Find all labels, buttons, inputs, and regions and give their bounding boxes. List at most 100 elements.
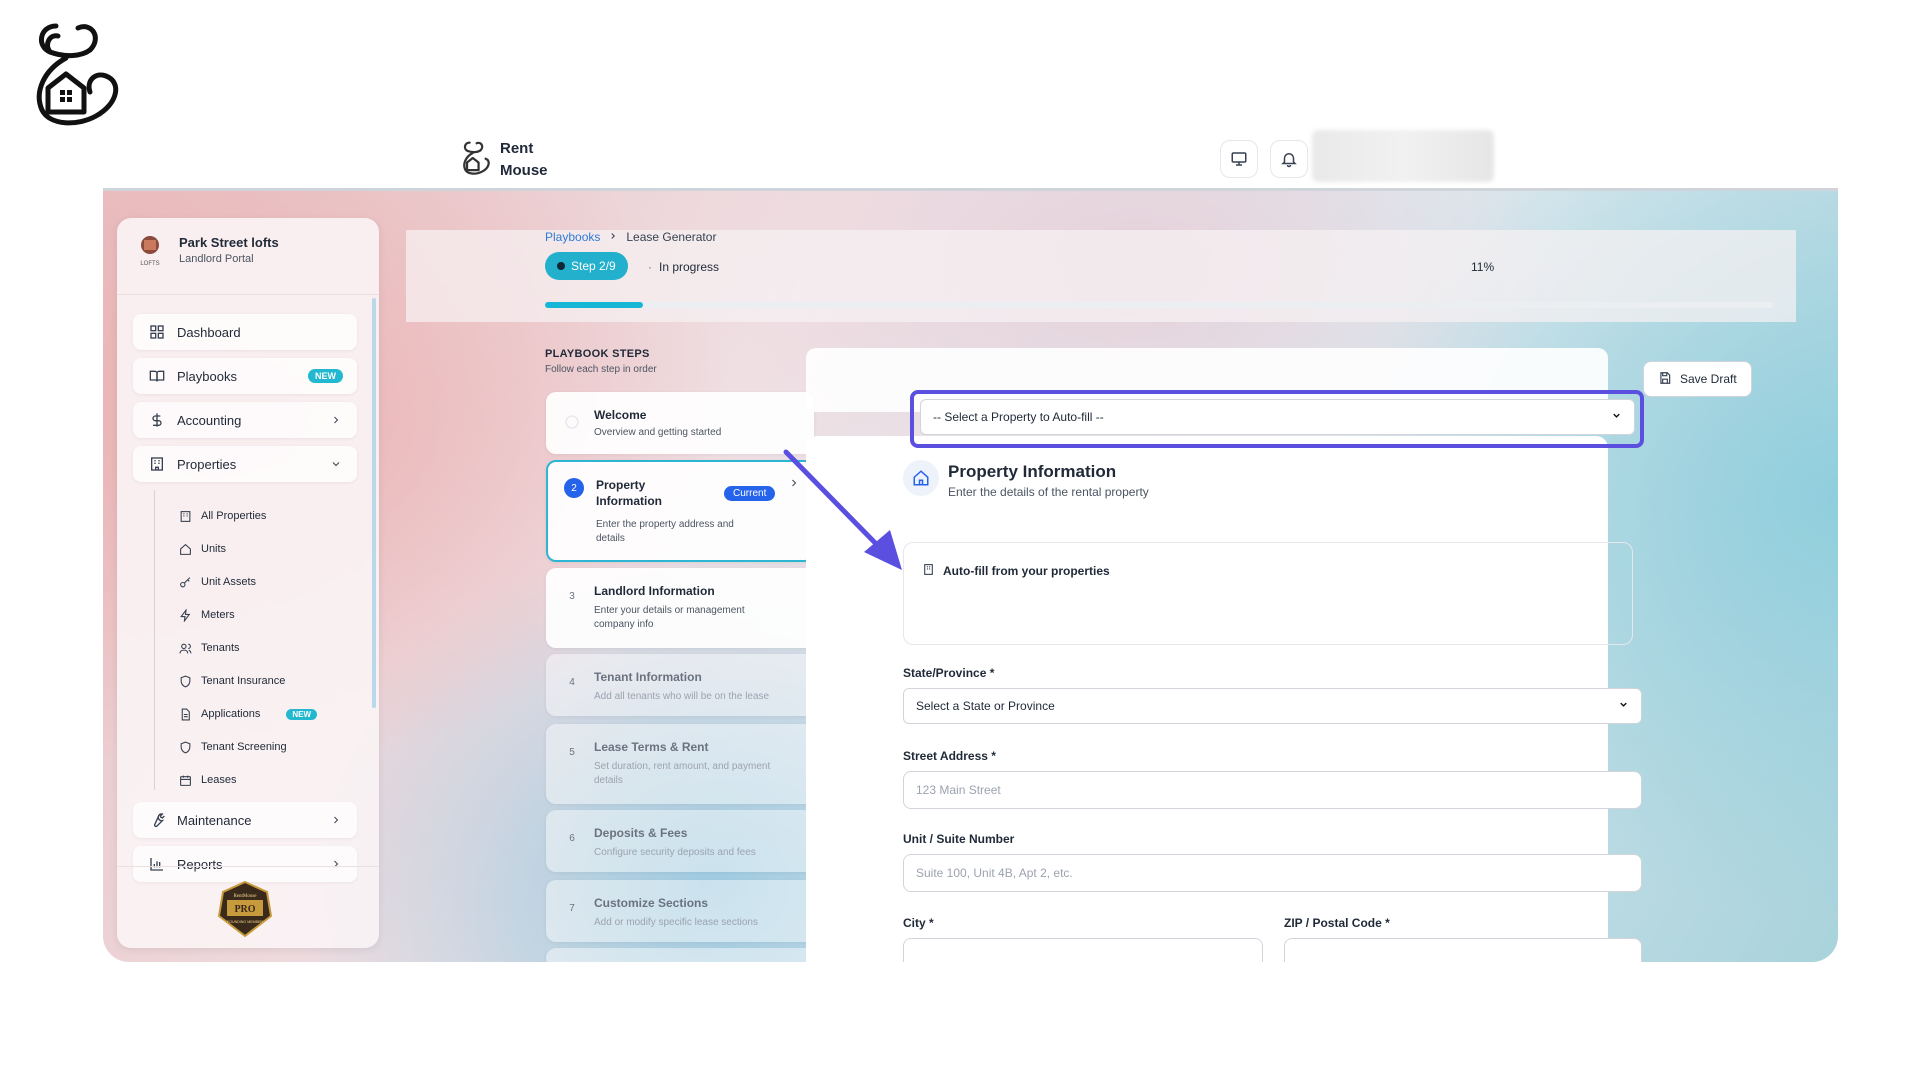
sidebar-subitem-leases[interactable]: Leases <box>177 768 236 792</box>
sidebar-item-playbooks[interactable]: Playbooks NEW <box>133 358 357 394</box>
step-indicator: Step 2/9 <box>545 252 628 280</box>
status-dot-icon <box>557 262 565 270</box>
step-desc: Configure security deposits and fees <box>594 847 756 858</box>
org-avatar: LOFTS <box>140 236 160 267</box>
current-badge: Current <box>724 486 776 501</box>
step-card-customize-sections[interactable]: 7 Customize Sections Add or modify speci… <box>546 880 814 942</box>
sidebar-subitem-applications[interactable]: Applications NEW <box>177 702 317 726</box>
step-card-next[interactable] <box>546 948 814 962</box>
autofill-property-select[interactable]: -- Select a Property to Auto-fill -- <box>920 399 1635 435</box>
building-icon <box>177 508 193 524</box>
new-badge: NEW <box>286 708 317 720</box>
step-desc: Overview and getting started <box>594 427 722 438</box>
form-title: Property Information <box>948 462 1117 481</box>
step-title-line2: Information <box>596 494 662 508</box>
step-title: Lease Terms & Rent <box>594 740 709 754</box>
step-number: 7 <box>569 902 575 914</box>
rentmouse-logo <box>36 23 119 126</box>
unit-suite-input[interactable] <box>903 854 1642 892</box>
step-card-deposits-fees[interactable]: 6 Deposits & Fees Configure security dep… <box>546 810 814 872</box>
brand-line2: Mouse <box>500 162 548 179</box>
chevron-right-icon <box>329 813 343 827</box>
form-subtitle: Enter the details of the rental property <box>948 485 1149 499</box>
step-status: In progress <box>659 260 720 274</box>
subitem-label: Tenant Insurance <box>201 675 286 687</box>
sidebar-item-label: Reports <box>177 856 223 872</box>
chevron-right-icon <box>329 857 343 871</box>
sidebar-item-properties[interactable]: Properties <box>133 446 357 482</box>
step-number: 2 <box>564 478 584 498</box>
notifications-button[interactable] <box>1270 140 1308 178</box>
step-card-tenant-information[interactable]: 4 Tenant Information Add all tenants who… <box>546 654 814 716</box>
sidebar-item-accounting[interactable]: Accounting <box>133 402 357 438</box>
step-card-landlord-information[interactable]: 3 Landlord Information Enter your detail… <box>546 568 814 648</box>
subitem-label: Tenant Screening <box>201 741 287 753</box>
city-input[interactable] <box>903 938 1263 962</box>
lightning-icon <box>177 607 193 623</box>
brand-line1: Rent <box>500 140 534 157</box>
app-header <box>103 128 1838 188</box>
chevron-right-icon <box>329 413 343 427</box>
progress-percent: 11% <box>1471 260 1495 274</box>
sidebar-item-maintenance[interactable]: Maintenance <box>133 802 357 838</box>
chevron-down-icon <box>1611 410 1622 424</box>
street-address-input[interactable] <box>903 771 1642 809</box>
step-desc-line2: details <box>596 533 625 544</box>
state-select[interactable]: Select a State or Province <box>903 688 1642 724</box>
header-logo-icon <box>463 141 490 175</box>
sidebar-item-label: Maintenance <box>177 812 252 828</box>
select-value: -- Select a Property to Auto-fill -- <box>933 410 1104 424</box>
calendar-icon <box>177 772 193 788</box>
step-desc-line1: Enter the property address and <box>596 519 734 530</box>
autofill-label: Auto-fill from your properties <box>922 563 1110 579</box>
sidebar-subitem-all-properties[interactable]: All Properties <box>177 504 266 528</box>
breadcrumb-link-playbooks[interactable]: Playbooks <box>545 230 600 244</box>
badge-bottom-text: FOUNDING MEMBER <box>227 920 263 924</box>
key-icon <box>177 574 193 590</box>
save-draft-button[interactable]: Save Draft <box>1643 361 1752 397</box>
separator: · <box>648 260 652 274</box>
subitem-label: Applications <box>201 708 261 720</box>
sidebar-divider <box>117 294 379 295</box>
grid-icon <box>147 322 167 342</box>
sidebar-item-dashboard[interactable]: Dashboard <box>133 314 357 350</box>
step-title: Landlord Information <box>594 584 715 598</box>
zip-input[interactable] <box>1284 938 1642 962</box>
sidebar-subitem-meters[interactable]: Meters <box>177 603 235 627</box>
bell-icon <box>1281 153 1297 168</box>
badge-middle-text: PRO <box>234 904 255 915</box>
breadcrumb-current: Lease Generator <box>626 230 717 244</box>
step-desc-line1: Enter your details or management <box>594 605 745 616</box>
sidebar-scrollbar[interactable] <box>372 298 376 708</box>
sidebar-item-reports[interactable]: Reports <box>133 846 357 882</box>
step-title: Deposits & Fees <box>594 826 688 840</box>
book-icon <box>147 366 167 386</box>
sidebar: LOFTS Park Street lofts Landlord Portal … <box>117 218 379 948</box>
street-label: Street Address * <box>903 749 996 763</box>
state-label: State/Province * <box>903 666 995 680</box>
step-card-lease-terms[interactable]: 5 Lease Terms & Rent Set duration, rent … <box>546 724 814 804</box>
unit-label: Unit / Suite Number <box>903 832 1015 846</box>
user-menu-redacted[interactable] <box>1312 130 1494 182</box>
org-name: Park Street lofts <box>179 235 279 250</box>
step-card-welcome[interactable]: Welcome Overview and getting started <box>546 392 814 454</box>
sidebar-subitem-tenant-insurance[interactable]: Tenant Insurance <box>177 669 285 693</box>
building-icon <box>922 563 935 579</box>
step-desc-line1: Set duration, rent amount, and payment <box>594 761 771 772</box>
display-button[interactable] <box>1220 140 1258 178</box>
badge-top-text: RentMouse <box>233 894 257 899</box>
sidebar-subitem-tenant-screening[interactable]: Tenant Screening <box>177 735 287 759</box>
step-desc: Enter the property address and details <box>596 518 734 546</box>
sidebar-subitem-tenants[interactable]: Tenants <box>177 636 240 660</box>
sidebar-subitem-units[interactable]: Units <box>177 537 226 561</box>
step-desc-line2: details <box>594 775 623 786</box>
sidebar-subitem-unit-assets[interactable]: Unit Assets <box>177 570 256 594</box>
subitem-label: Units <box>201 543 227 555</box>
step-desc: Set duration, rent amount, and payment d… <box>594 760 770 788</box>
subitem-label: Meters <box>201 609 235 621</box>
subitem-label: Tenants <box>201 642 240 654</box>
sidebar-item-label: Dashboard <box>177 324 241 340</box>
step-card-property-information[interactable]: 2 Property Information Current Enter the… <box>546 460 814 562</box>
step-desc: Add all tenants who will be on the lease <box>594 691 770 702</box>
org-subtitle: Landlord Portal <box>179 253 254 265</box>
